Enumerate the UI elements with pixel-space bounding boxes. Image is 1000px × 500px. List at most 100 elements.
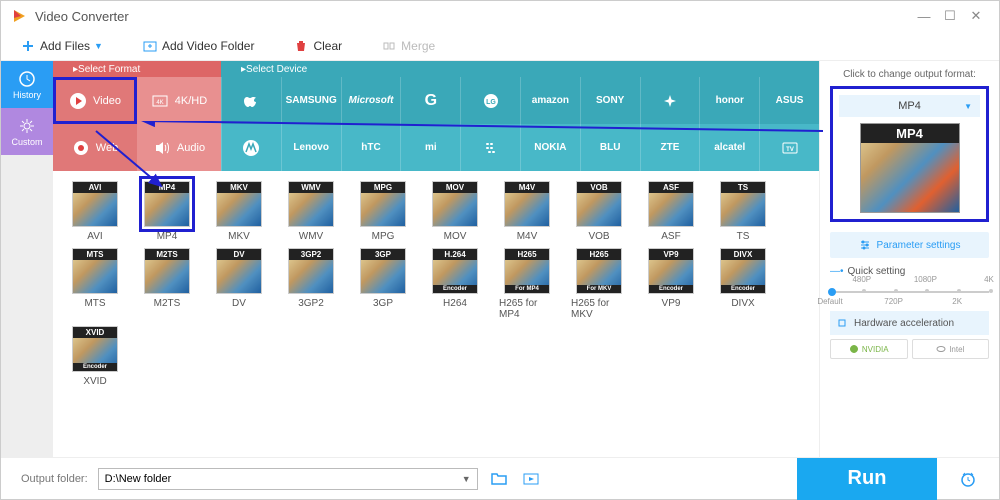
- parameter-settings-button[interactable]: Parameter settings: [830, 232, 989, 258]
- format-badge: M2TS: [145, 249, 189, 260]
- format-item-mts[interactable]: MTSMTS: [67, 248, 123, 320]
- custom-label: Custom: [11, 137, 42, 147]
- brand-alcatel[interactable]: alcatel: [699, 124, 759, 171]
- minimize-button[interactable]: —: [911, 3, 937, 29]
- select-format-header: ▸ Select Format: [53, 61, 221, 77]
- format-item-h265-for-mp4[interactable]: H265 For MP4 H265 for MP4: [499, 248, 555, 320]
- content-area: History Custom ▸ Select Format ▸ Select …: [1, 61, 999, 457]
- format-item-m2ts[interactable]: M2TSM2TS: [139, 248, 195, 320]
- category-web[interactable]: Web: [53, 124, 137, 171]
- brand-samsung[interactable]: SAMSUNG: [281, 77, 341, 124]
- intel-chip[interactable]: Intel: [912, 339, 990, 359]
- add-files-button[interactable]: Add Files ▼: [21, 39, 103, 53]
- bottom-bar: Output folder: D:\New folder ▼ Run: [1, 457, 999, 499]
- add-folder-button[interactable]: Add Video Folder: [143, 39, 255, 53]
- format-badge: MP4: [145, 182, 189, 193]
- browse-folder-button[interactable]: [488, 468, 510, 490]
- format-item-m4v[interactable]: M4VM4V: [499, 181, 555, 242]
- brand-microsoft[interactable]: Microsoft: [341, 77, 401, 124]
- folder-video-button[interactable]: [520, 468, 542, 490]
- format-thumb: TS: [720, 181, 766, 227]
- format-item-h264[interactable]: H.264EncoderH264: [427, 248, 483, 320]
- brand-apple[interactable]: [221, 77, 281, 124]
- hardware-acceleration-toggle[interactable]: Hardware acceleration: [830, 311, 989, 335]
- format-item-divx[interactable]: DIVXEncoder DIVX: [715, 248, 771, 320]
- brand-google[interactable]: G: [400, 77, 460, 124]
- category-4k[interactable]: 4K 4K/HD: [137, 77, 221, 124]
- format-label: M4V: [517, 231, 538, 242]
- slider-tick-480p: 480P: [852, 275, 871, 284]
- lg-icon: LG: [482, 92, 500, 110]
- brand-nokia[interactable]: NOKIA: [520, 124, 580, 171]
- format-item-wmv[interactable]: WMVWMV: [283, 181, 339, 242]
- brand-lenovo[interactable]: Lenovo: [281, 124, 341, 171]
- format-item-h265-for-mkv[interactable]: H265For MKVH265 for MKV: [571, 248, 627, 320]
- format-label: DIVX: [731, 298, 754, 309]
- merge-button[interactable]: Merge: [382, 39, 435, 53]
- output-format-dropdown[interactable]: MP4: [839, 95, 980, 117]
- brand-blu[interactable]: BLU: [580, 124, 640, 171]
- format-item-avi[interactable]: AVIAVI: [67, 181, 123, 242]
- format-subbadge: Encoder: [649, 285, 693, 293]
- schedule-button[interactable]: [957, 468, 979, 490]
- brand-label: alcatel: [714, 142, 745, 153]
- format-badge: MKV: [217, 182, 261, 193]
- sidebar-tab-history[interactable]: History: [1, 61, 53, 108]
- format-subbadge: Encoder: [721, 285, 765, 293]
- brand-blackberry[interactable]: [460, 124, 520, 171]
- format-item-mpg[interactable]: MPGMPG: [355, 181, 411, 242]
- sidebar-tab-custom[interactable]: Custom: [1, 108, 53, 155]
- format-badge: ASF: [649, 182, 693, 193]
- brand-lg[interactable]: LG: [460, 77, 520, 124]
- format-item-mov[interactable]: MOVMOV: [427, 181, 483, 242]
- format-item-asf[interactable]: ASF ASF: [643, 181, 699, 242]
- run-button[interactable]: Run: [797, 458, 937, 500]
- format-label: ASF: [661, 231, 680, 242]
- app-window: Video Converter — ☐ ✕ Add Files ▼ Add Vi…: [0, 0, 1000, 500]
- category-audio[interactable]: Audio: [137, 124, 221, 171]
- format-item-vp9[interactable]: VP9EncoderVP9: [643, 248, 699, 320]
- brand-label: G: [425, 92, 437, 110]
- brand-xiaomi[interactable]: mi: [400, 124, 460, 171]
- output-folder-input[interactable]: D:\New folder ▼: [98, 468, 478, 490]
- category-video[interactable]: Video: [53, 77, 137, 124]
- format-badge: H265: [505, 249, 549, 260]
- brand-huawei[interactable]: [640, 77, 700, 124]
- format-item-mp4[interactable]: MP4 MP4: [139, 181, 195, 242]
- brand-htc[interactable]: hTC: [341, 124, 401, 171]
- format-label: MP4: [157, 231, 178, 242]
- format-item-dv[interactable]: DVDV: [211, 248, 267, 320]
- gear-icon: [18, 117, 36, 135]
- huawei-icon: [661, 92, 679, 110]
- format-badge: 3GP: [361, 249, 405, 260]
- run-label: Run: [848, 467, 887, 490]
- nvidia-icon: [849, 344, 859, 354]
- format-subbadge: For MP4: [505, 285, 549, 293]
- format-label: H265 for MP4: [499, 298, 555, 320]
- brand-sony[interactable]: SONY: [580, 77, 640, 124]
- format-item-mkv[interactable]: MKVMKV: [211, 181, 267, 242]
- brand-tv[interactable]: TV: [759, 124, 819, 171]
- brand-zte[interactable]: ZTE: [640, 124, 700, 171]
- brand-motorola[interactable]: [221, 124, 281, 171]
- nvidia-chip[interactable]: NVIDIA: [830, 339, 908, 359]
- maximize-button[interactable]: ☐: [937, 3, 963, 29]
- brand-asus[interactable]: ASUS: [759, 77, 819, 124]
- slider-tick-2k: 2K: [952, 297, 962, 306]
- format-item-3gp2[interactable]: 3GP23GP2: [283, 248, 339, 320]
- format-thumb: DIVXEncoder: [720, 248, 766, 294]
- quality-slider[interactable]: 480P 1080P 4K Default 720P 2K: [830, 281, 989, 305]
- format-item-xvid[interactable]: XVIDEncoderXVID: [67, 326, 123, 387]
- format-item-3gp[interactable]: 3GP3GP: [355, 248, 411, 320]
- output-format-preview[interactable]: MP4: [860, 123, 960, 213]
- svg-text:4K: 4K: [156, 100, 163, 106]
- close-button[interactable]: ✕: [963, 3, 989, 29]
- format-item-ts[interactable]: TSTS: [715, 181, 771, 242]
- brand-honor[interactable]: honor: [699, 77, 759, 124]
- format-badge: H.264: [433, 249, 477, 260]
- brand-amazon[interactable]: amazon: [520, 77, 580, 124]
- format-item-vob[interactable]: VOBVOB: [571, 181, 627, 242]
- speaker-icon: [153, 139, 171, 157]
- folder-open-icon: [490, 470, 508, 488]
- clear-button[interactable]: Clear: [294, 39, 342, 53]
